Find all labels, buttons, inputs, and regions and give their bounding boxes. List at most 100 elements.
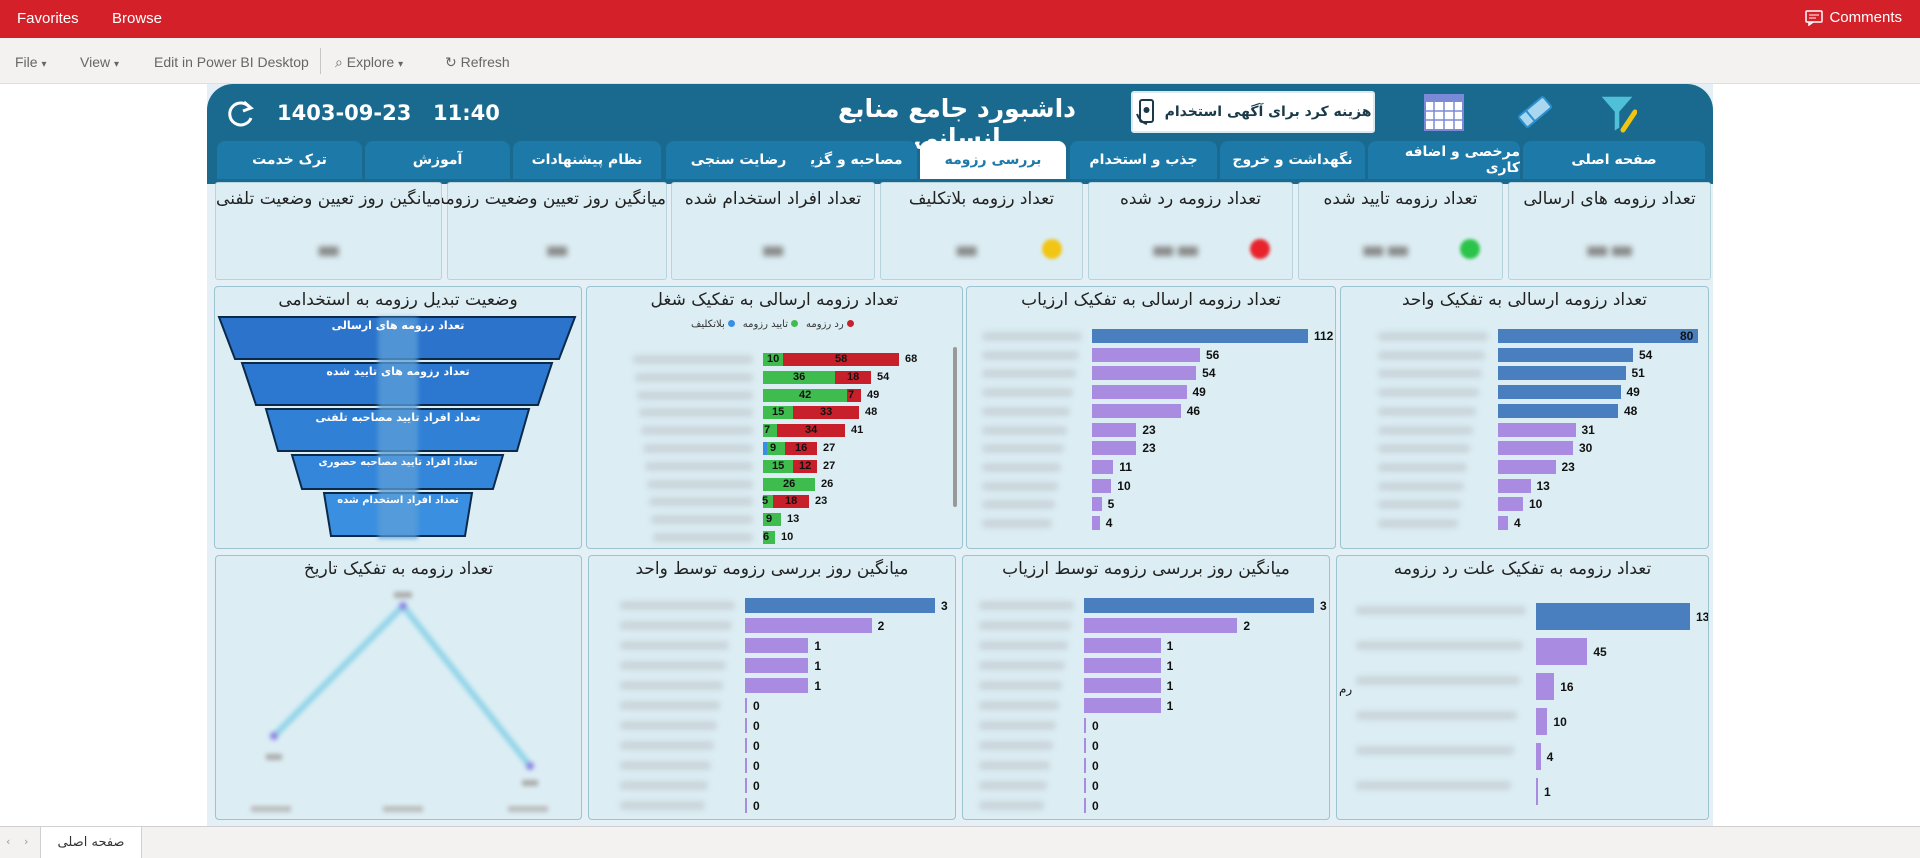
tab-leave-overtime[interactable]: مرخصی و اضافه کاری — [1368, 141, 1520, 179]
data-label: 23 — [1561, 459, 1575, 474]
view-menu[interactable]: View ▾ — [80, 54, 119, 70]
tab-resume-review[interactable]: بررسی رزومه — [920, 141, 1066, 179]
data-label: 48 — [1624, 403, 1638, 418]
eraser-icon[interactable] — [1515, 94, 1555, 130]
panel-by-rejection-reason: تعداد رزومه به تفکیک علت رد رزومه 135 45 1… — [1336, 555, 1709, 820]
category-label — [1356, 641, 1523, 650]
panel-by-date: تعداد رزومه به تفکیک تاریخ — [215, 555, 582, 820]
tab-satisfaction[interactable]: رضایت سنجی — [666, 141, 811, 179]
category-label — [1378, 350, 1485, 360]
data-label: 1 — [814, 638, 822, 653]
data-label: 49 — [1626, 385, 1640, 400]
status-dot-red — [1250, 239, 1270, 259]
browse-link[interactable]: Browse — [112, 10, 162, 27]
data-label: 0 — [1092, 798, 1099, 813]
kpi-title: تعداد افراد استخدام شده — [684, 189, 862, 209]
page-tabs-footer: ‹ › صفحه اصلی — [0, 826, 1920, 858]
data-label: 0 — [753, 778, 760, 793]
scrollbar[interactable] — [953, 347, 957, 507]
data-label-total: 68 — [905, 353, 918, 365]
data-label: 9 — [766, 513, 773, 526]
bar — [1084, 678, 1161, 693]
comments-button[interactable]: Comments — [1805, 9, 1902, 26]
bar — [1536, 673, 1555, 700]
chevron-left-icon[interactable]: ‹ — [6, 835, 10, 848]
status-dot-green — [1460, 239, 1480, 259]
tab-recruitment[interactable]: جذب و استخدام — [1070, 141, 1217, 179]
tab-training[interactable]: آموزش — [365, 141, 510, 179]
data-label-total: 49 — [867, 388, 880, 401]
edit-desktop-button[interactable]: Edit in Power BI Desktop — [154, 54, 309, 70]
category-label — [982, 406, 1070, 416]
bar — [745, 738, 747, 753]
tab-retention-exit[interactable]: نگهداشت و خروج — [1220, 141, 1365, 179]
category-label — [1378, 406, 1476, 416]
data-label: 42 — [799, 388, 812, 401]
chart-title: تعداد رزومه ارسالی به تفکیک ارزیاب — [1021, 290, 1281, 310]
bar — [1536, 778, 1538, 805]
category-label — [641, 426, 753, 436]
data-label: 33 — [820, 406, 833, 419]
bar — [1084, 598, 1314, 613]
funnel-stage-label: تعداد افراد تایید مصاحبه تلفنی — [315, 411, 481, 424]
bar — [1084, 618, 1238, 633]
page-tab-home[interactable]: صفحه اصلی — [40, 827, 142, 858]
bar — [745, 638, 809, 653]
data-label: 54 — [1202, 366, 1216, 381]
data-label: 23 — [1142, 422, 1156, 437]
refresh-icon: ↻ — [445, 54, 457, 70]
bar — [1498, 516, 1508, 530]
tab-termination[interactable]: ترک خدمت — [217, 141, 362, 179]
category-label — [651, 515, 753, 525]
view-label: View — [80, 54, 111, 70]
chevron-down-icon: ▾ — [113, 59, 120, 70]
category-label — [1378, 369, 1482, 379]
category-label — [647, 479, 753, 489]
kpi-card-approved: تعداد رزومه تایید شده ▬▬ — [1298, 182, 1503, 280]
data-label: 1 — [1166, 698, 1174, 713]
favorites-link[interactable]: Favorites — [17, 10, 79, 27]
chevron-right-icon[interactable]: › — [24, 835, 28, 848]
category-label — [1378, 500, 1461, 510]
clear-filter-icon[interactable] — [1597, 92, 1637, 134]
data-label-total: 54 — [877, 370, 890, 383]
category-label — [982, 388, 1073, 398]
data-label-total: 26 — [821, 477, 834, 490]
funnel-stage-label: تعداد رزومه های ارسالی — [331, 319, 465, 332]
bar — [1084, 698, 1161, 713]
category-label — [979, 781, 1047, 790]
panel-by-job: تعداد رزومه ارسالی به تفکیک شغل رد رزومه… — [586, 286, 963, 549]
bar — [1092, 366, 1197, 381]
refresh-button[interactable]: ↻ Refresh — [445, 54, 510, 71]
data-label: 1 — [814, 658, 822, 673]
refresh-icon[interactable] — [224, 98, 256, 130]
category-label — [1378, 425, 1473, 435]
data-label: 10 — [1553, 714, 1567, 729]
category-label — [620, 721, 717, 730]
category-label — [979, 641, 1068, 650]
ad-cost-button[interactable]: هزینه کرد برای آگهی استخدام — [1131, 91, 1375, 133]
panel-by-unit: تعداد رزومه ارسالی به تفکیک واحد 80 54 51 4… — [1340, 286, 1709, 549]
explore-menu[interactable]: ⌕ Explore ▾ — [335, 54, 403, 71]
toolbar-divider — [320, 48, 321, 74]
chevron-down-icon: ▾ — [398, 59, 404, 70]
category-label — [620, 701, 720, 710]
category-label — [979, 721, 1056, 730]
data-label: 5 — [1107, 497, 1115, 512]
category-label — [635, 372, 753, 382]
status-dot-yellow — [1042, 239, 1062, 259]
tab-suggestions[interactable]: نظام پیشنهادات — [513, 141, 661, 179]
ad-cost-label: هزینه کرد برای آگهی استخدام — [1164, 104, 1372, 120]
chart-title: تعداد رزومه ارسالی به تفکیک واحد — [1402, 290, 1647, 310]
kpi-title: تعداد رزومه تایید شده — [1323, 189, 1478, 209]
category-label — [982, 350, 1079, 360]
tab-home[interactable]: صفحه اصلی — [1523, 141, 1705, 179]
report-canvas: 1403-09-23 11:40 داشبورد جامع منابع انسا… — [207, 84, 1713, 826]
data-label-total: 41 — [851, 424, 864, 437]
category-label — [979, 681, 1062, 690]
file-menu[interactable]: File ▾ — [15, 54, 46, 70]
data-label: 12 — [799, 459, 812, 472]
calendar-icon[interactable] — [1423, 92, 1465, 132]
bar — [1084, 738, 1086, 753]
data-label: 1 — [1166, 638, 1174, 653]
